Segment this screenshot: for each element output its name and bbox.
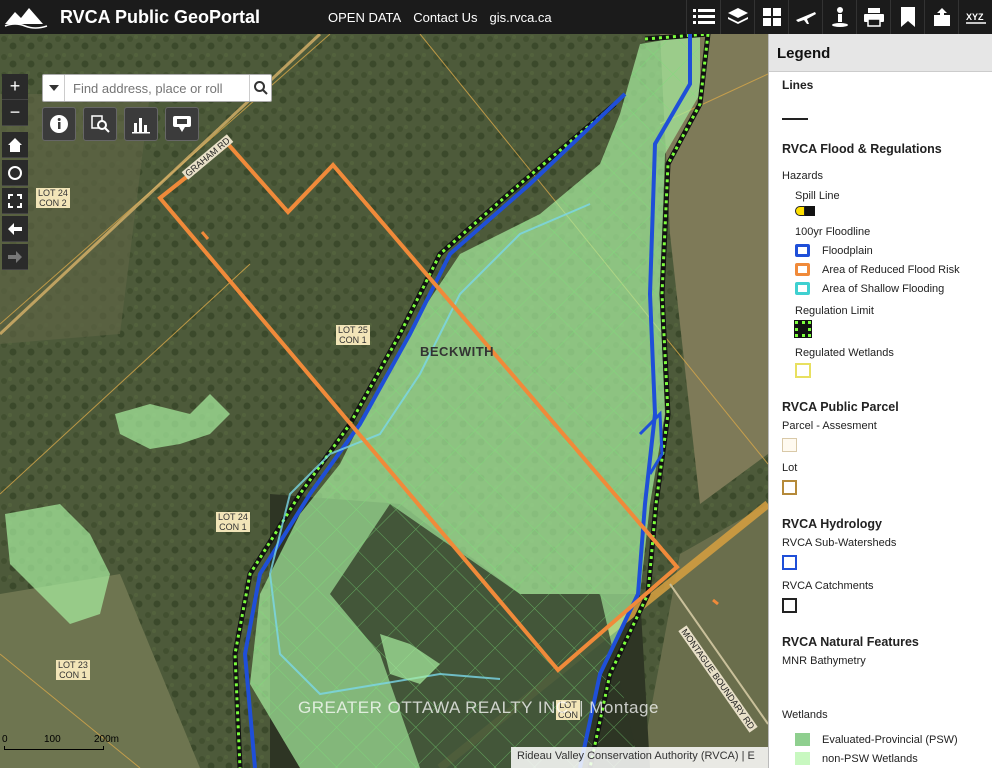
legend-item-reduced-risk: Area of Reduced Flood Risk: [795, 263, 992, 276]
query-icon[interactable]: [83, 107, 117, 141]
scale-tick: 200m: [94, 734, 120, 745]
open-data-link[interactable]: OPEN DATA: [328, 10, 401, 25]
scale-line: [4, 746, 104, 750]
layer-list-icon[interactable]: [686, 0, 720, 34]
bookmark-icon[interactable]: [890, 0, 924, 34]
legend-regulated-wetlands: Regulated Wetlands: [795, 347, 894, 359]
legend-spill-line: Spill Line: [795, 190, 840, 202]
scale-tick: 0: [2, 734, 8, 745]
legend-regulation-limit: Regulation Limit: [795, 305, 874, 317]
legend-natural-heading: RVCA Natural Features: [782, 635, 919, 649]
map-view[interactable]: GRAHAM RD MONTAGUE BOUNDARY RD BECKWITH …: [0, 34, 768, 768]
spill-line-swatch: [795, 206, 815, 216]
legend-parcel-heading: RVCA Public Parcel: [782, 400, 899, 414]
contact-us-link[interactable]: Contact Us: [413, 10, 477, 25]
fullscreen-icon[interactable]: [2, 188, 28, 214]
legend-panel: Legend Lines RVCA Flood & Regulations Ha…: [768, 34, 992, 768]
chart-icon[interactable]: [124, 107, 158, 141]
legend-catchments: RVCA Catchments: [782, 580, 874, 592]
subwatersheds-swatch: [782, 555, 797, 570]
scale-tick: 100: [44, 734, 61, 745]
person-icon[interactable]: [822, 0, 856, 34]
beckwith-label: BECKWITH: [420, 344, 495, 359]
legend-item-shallow-flooding: Area of Shallow Flooding: [795, 282, 992, 295]
flight-icon[interactable]: [788, 0, 822, 34]
lot-swatch: [782, 480, 797, 495]
search-bar: [42, 74, 272, 102]
aerial-imagery: [0, 34, 768, 768]
legend-wetlands: Wetlands: [782, 709, 828, 721]
zoom-out-button[interactable]: −: [2, 100, 28, 126]
map-attribution[interactable]: Rideau Valley Conservation Authority (RV…: [511, 747, 768, 768]
lot-label: LOT 23 CON 1: [56, 660, 90, 680]
layers-icon[interactable]: [720, 0, 754, 34]
catchments-swatch: [782, 598, 797, 613]
basemap-grid-icon[interactable]: [754, 0, 788, 34]
legend-item-psw: Evaluated-Provincial (PSW): [795, 733, 992, 746]
chevron-down-icon: [48, 85, 59, 91]
info-icon[interactable]: [42, 107, 76, 141]
top-bar: RVCA Public GeoPortal OPEN DATA Contact …: [0, 0, 992, 34]
legend-item-non-psw: non-PSW Wetlands: [795, 752, 992, 765]
rvca-logo[interactable]: [0, 0, 52, 34]
search-icon[interactable]: [249, 75, 271, 101]
svg-text:XYZ: XYZ: [966, 12, 984, 22]
legend-parcel-assessment: Parcel - Assesment: [782, 420, 877, 432]
lot-label: LOT 24 CON 2: [36, 188, 70, 208]
legend-hazards-label: Hazards: [782, 170, 823, 182]
gis-site-link[interactable]: gis.rvca.ca: [490, 10, 552, 25]
legend-floodline-label: 100yr Floodline: [795, 226, 871, 238]
locate-icon[interactable]: [2, 160, 28, 186]
home-icon[interactable]: [2, 132, 28, 158]
parcel-assessment-swatch: [782, 438, 797, 452]
legend-title: Legend: [769, 34, 992, 72]
legend-subwatersheds: RVCA Sub-Watersheds: [782, 537, 897, 549]
legend-flood-heading: RVCA Flood & Regulations: [782, 142, 942, 156]
legend-lot: Lot: [782, 462, 798, 474]
lot-label: LOT 24 CON 1: [216, 512, 250, 532]
xyz-icon[interactable]: XYZ: [958, 0, 992, 34]
forward-arrow-icon[interactable]: [2, 244, 28, 270]
search-input[interactable]: [65, 76, 249, 100]
search-source-dropdown[interactable]: [43, 75, 65, 101]
line-swatch: [782, 118, 808, 120]
regulated-wetlands-swatch: [795, 363, 811, 378]
print-icon[interactable]: [856, 0, 890, 34]
lot-label: LOT 25 CON 1: [336, 325, 370, 345]
identify-icon[interactable]: [165, 107, 199, 141]
scale-bar: 0 100 200m: [0, 734, 140, 754]
back-arrow-icon[interactable]: [2, 216, 28, 242]
regulation-limit-swatch: [794, 320, 812, 338]
app-title: RVCA Public GeoPortal: [60, 6, 261, 27]
watermark: GREATER OTTAWA REALTY INC. | Montage: [298, 698, 659, 717]
legend-bathymetry: MNR Bathymetry: [782, 655, 866, 667]
share-icon[interactable]: [924, 0, 958, 34]
legend-hydrology-heading: RVCA Hydrology: [782, 517, 883, 531]
legend-lines-heading: Lines: [782, 78, 814, 92]
legend-item-floodplain: Floodplain: [795, 244, 992, 257]
zoom-in-button[interactable]: +: [2, 74, 28, 100]
